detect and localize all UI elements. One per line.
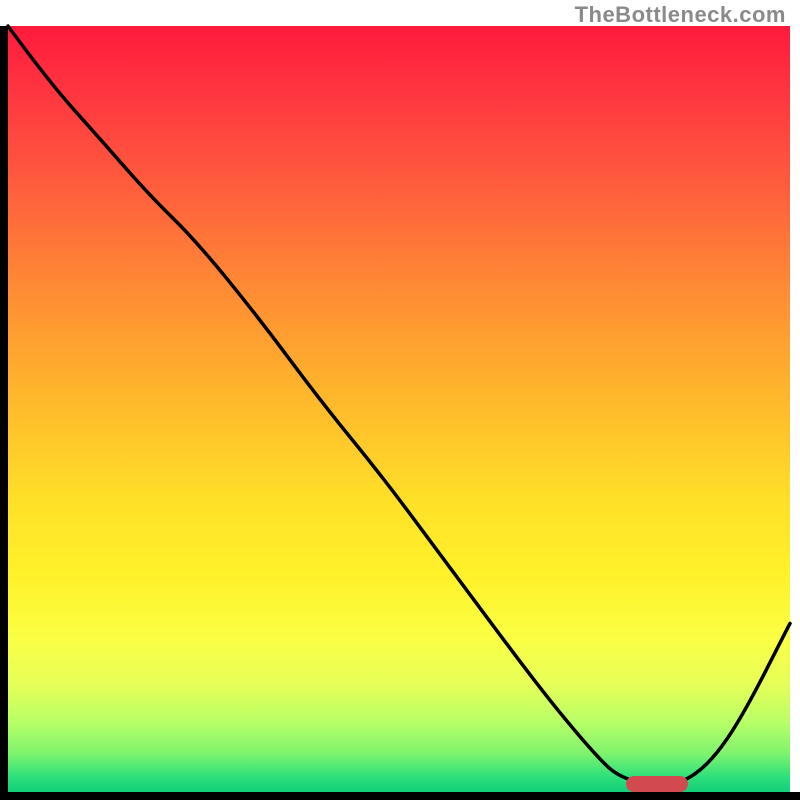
y-axis [0,26,8,792]
chart-container: TheBottleneck.com [0,0,800,800]
chart-overlay-svg [8,26,790,792]
optimal-range-marker [626,776,689,792]
attribution-text: TheBottleneck.com [575,2,786,28]
bottleneck-curve [8,26,790,784]
x-axis [0,792,800,800]
